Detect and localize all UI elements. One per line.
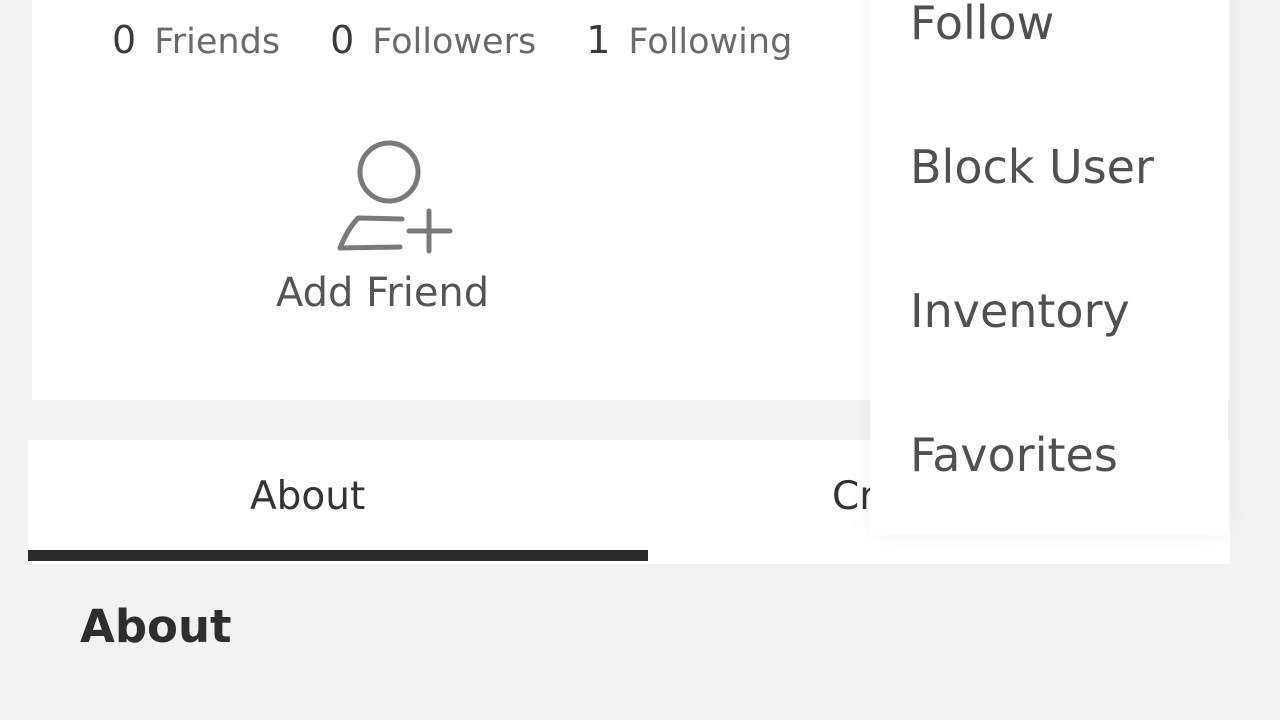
tab-about[interactable]: About [250, 474, 365, 519]
following-label: Following [628, 22, 793, 62]
followers-label: Followers [372, 22, 537, 62]
menu-item-follow[interactable]: Follow [910, 0, 1054, 50]
menu-item-block-user[interactable]: Block User [910, 140, 1154, 194]
friends-label: Friends [154, 22, 281, 62]
followers-count: 0 [330, 18, 355, 62]
stat-following[interactable]: 1 Following [586, 18, 792, 62]
add-person-icon [337, 140, 453, 254]
menu-item-inventory[interactable]: Inventory [910, 284, 1130, 338]
profile-page: 0 Friends 0 Followers 1 Following Add Fr… [0, 0, 1280, 720]
profile-options-menu: Follow Block User Inventory Favorites [870, 0, 1228, 535]
about-section-title: About [80, 600, 232, 653]
active-tab-indicator [28, 550, 648, 561]
profile-stats: 0 Friends 0 Followers 1 Following [112, 18, 842, 62]
menu-item-favorites[interactable]: Favorites [910, 428, 1118, 482]
stat-followers[interactable]: 0 Followers [330, 18, 536, 62]
tab-creations[interactable]: Creations [832, 474, 872, 519]
following-count: 1 [586, 18, 611, 62]
add-friend-label: Add Friend [276, 270, 490, 316]
add-friend-button[interactable]: Add Friend [276, 118, 516, 316]
stat-friends[interactable]: 0 Friends [112, 18, 280, 62]
friends-count: 0 [112, 18, 137, 62]
